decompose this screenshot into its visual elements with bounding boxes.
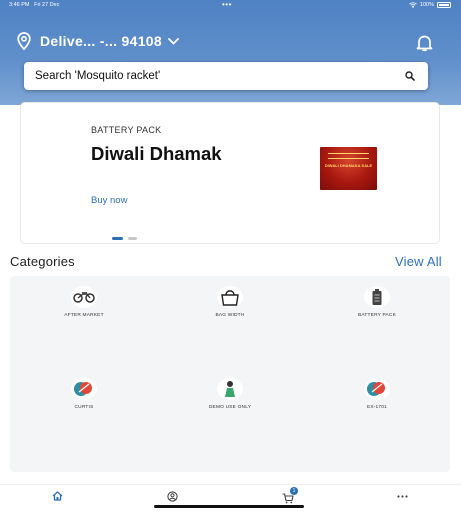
carousel-dot[interactable] — [128, 237, 137, 240]
home-icon[interactable] — [52, 491, 63, 501]
category-demo-use-only[interactable]: DEMO USE ONLY — [180, 378, 280, 410]
header-band: 3:46 PM Fri 27 Dec ••• 100% Delive... -.… — [0, 0, 461, 105]
demo-figure-icon — [217, 378, 243, 400]
home-indicator[interactable] — [154, 505, 304, 508]
location-pin-icon — [17, 32, 31, 50]
category-label: EX-1701 — [366, 405, 388, 410]
buy-now-link[interactable]: Buy now — [91, 195, 127, 206]
profile-icon[interactable] — [167, 491, 178, 502]
search-placeholder: Search 'Mosquito racket' — [35, 70, 161, 82]
battery-percent: 100% — [419, 2, 434, 8]
promo-banner[interactable]: BATTERY PACK Diwali Dhamak Buy now DIWAL… — [20, 102, 440, 244]
status-time: 3:46 PM Fri 27 Dec — [9, 2, 60, 8]
battery-icon — [364, 286, 390, 308]
carousel-indicator[interactable] — [112, 237, 137, 240]
cart-button[interactable]: 1 — [282, 487, 298, 504]
category-label: AFTER MARKET — [64, 313, 104, 318]
category-label: CURTIS — [74, 405, 94, 410]
search-icon[interactable] — [405, 71, 415, 81]
carousel-dot-active[interactable] — [112, 237, 123, 240]
category-label: BATTERY PACK — [357, 313, 397, 318]
categories-heading: Categories — [10, 254, 75, 269]
multitask-dots[interactable]: ••• — [222, 0, 232, 9]
status-indicators: 100% — [409, 2, 451, 8]
search-bar[interactable]: Search 'Mosquito racket' — [24, 62, 428, 90]
curtis-logo-icon — [71, 378, 97, 400]
category-curtis[interactable]: CURTIS — [34, 378, 134, 410]
app-screen: 3:46 PM Fri 27 Dec ••• 100% Delive... -.… — [0, 0, 461, 512]
category-ex-1701[interactable]: EX-1701 — [327, 378, 427, 410]
category-after-market[interactable]: AFTER MARKET — [34, 286, 134, 318]
diwali-sale-image[interactable]: DIWALI DHAMAKA SALE — [320, 147, 377, 190]
ex-logo-icon — [364, 378, 390, 400]
notification-bell-icon[interactable] — [416, 34, 433, 52]
more-icon[interactable] — [397, 495, 408, 498]
wifi-icon — [409, 2, 417, 8]
chevron-down-icon — [168, 37, 179, 45]
categories-grid: AFTER MARKET BAG WIDTH BATTERY PACK CURT… — [10, 276, 450, 472]
view-all-link[interactable]: View All — [395, 254, 442, 269]
banner-image-decor — [328, 153, 369, 159]
battery-icon — [437, 2, 451, 8]
delivery-location-selector[interactable]: Delive... -... 94108 — [17, 32, 179, 50]
category-bag-width[interactable]: BAG WIDTH — [180, 286, 280, 318]
category-label: DEMO USE ONLY — [208, 405, 252, 410]
cart-count-badge: 1 — [290, 487, 298, 495]
status-bar: 3:46 PM Fri 27 Dec ••• 100% — [0, 0, 461, 12]
category-battery-pack[interactable]: BATTERY PACK — [327, 286, 427, 318]
motorbike-parts-icon — [71, 286, 97, 308]
banner-image-text: DIWALI DHAMAKA SALE — [324, 163, 373, 168]
banner-title: Diwali Dhamak — [91, 143, 222, 164]
banner-category: BATTERY PACK — [91, 125, 162, 135]
delivery-location-text: Delive... -... 94108 — [40, 33, 162, 49]
bag-icon — [217, 286, 243, 308]
category-label: BAG WIDTH — [215, 313, 245, 318]
